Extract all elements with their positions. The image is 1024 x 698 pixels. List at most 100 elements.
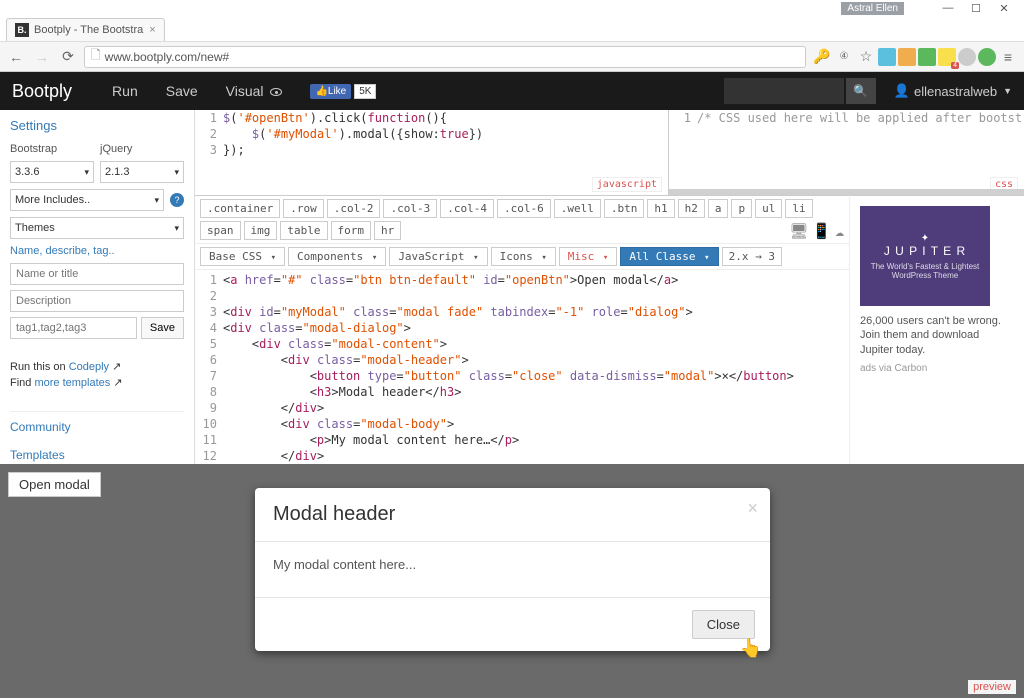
bootstrap-version-select[interactable]: 3.3.6▾ xyxy=(10,161,94,183)
mobile-icon[interactable]: 📱 xyxy=(812,222,831,240)
address-bar[interactable]: 🗋 www.bootply.com/new# xyxy=(84,46,806,68)
favicon: B. xyxy=(15,23,29,37)
snippet-col6[interactable]: .col-6 xyxy=(497,199,551,218)
html-editor[interactable]: .container .row .col-2 .col-3 .col-4 .co… xyxy=(195,195,849,464)
codeply-link[interactable]: Codeply xyxy=(69,361,109,373)
cloud-download-icon[interactable]: ☁ xyxy=(835,222,844,240)
ad-subtitle: The World's Fastest & Lightest WordPress… xyxy=(866,262,984,280)
snippet-a[interactable]: a xyxy=(708,199,729,218)
ad-brand: J U P I T E R xyxy=(884,244,966,258)
url-text: www.bootply.com/new# xyxy=(105,50,230,64)
snippet-p[interactable]: p xyxy=(731,199,752,218)
extension-icon-6[interactable] xyxy=(978,48,996,66)
window-user-label: Astral Ellen xyxy=(841,2,904,15)
cursor-pointer-icon: 👆 xyxy=(740,638,762,659)
extension-icon-5[interactable] xyxy=(958,48,976,66)
snippet-container[interactable]: .container xyxy=(200,199,280,218)
snippet-col4[interactable]: .col-4 xyxy=(440,199,494,218)
components-dropdown[interactable]: Components ▾ xyxy=(288,247,386,266)
more-templates-link[interactable]: more templates xyxy=(34,377,110,389)
tab-title: Bootply - The Bootstra xyxy=(34,24,143,36)
nav-save[interactable]: Save xyxy=(166,83,198,99)
nav-run[interactable]: Run xyxy=(112,83,138,99)
tags-input[interactable] xyxy=(10,317,137,339)
browser-tab[interactable]: B. Bootply - The Bootstra × xyxy=(6,18,165,41)
modal-title: Modal header xyxy=(273,503,752,526)
extension-icon-3[interactable] xyxy=(918,48,936,66)
fb-like-count: 5K xyxy=(354,84,376,99)
external-link-icon: ↗ xyxy=(113,377,122,389)
bootply-logo[interactable]: Bootply xyxy=(12,81,72,102)
name-input[interactable] xyxy=(10,263,184,285)
modal-body-text: My modal content here... xyxy=(255,542,770,597)
bookmark-icon[interactable]: ☆ xyxy=(856,47,876,67)
open-modal-button[interactable]: Open modal xyxy=(8,472,101,497)
more-includes-select[interactable]: More Includes..▾ xyxy=(10,189,164,211)
css-scrollbar[interactable] xyxy=(669,189,1024,195)
version-migrate-button[interactable]: 2.x → 3 xyxy=(722,247,782,266)
sidebar-save-button[interactable]: Save xyxy=(141,317,184,339)
snippet-form[interactable]: form xyxy=(331,221,372,240)
external-link-icon: ↗ xyxy=(112,361,121,373)
snippet-well[interactable]: .well xyxy=(554,199,601,218)
name-describe-link[interactable]: Name, describe, tag.. xyxy=(10,245,184,257)
find-templates-line: Find more templates ↗ xyxy=(10,376,184,389)
help-icon[interactable]: ? xyxy=(170,193,184,207)
javascript-pane-label: javascript xyxy=(592,177,662,192)
community-link[interactable]: Community xyxy=(10,420,184,434)
snippet-btn[interactable]: .btn xyxy=(604,199,645,218)
extension-icon-1[interactable] xyxy=(878,48,896,66)
snippet-ul[interactable]: ul xyxy=(755,199,782,218)
extension-key-icon[interactable]: 🔑 xyxy=(812,47,832,67)
javascript-dropdown[interactable]: JavaScript ▾ xyxy=(389,247,487,266)
themes-select[interactable]: Themes▾ xyxy=(10,217,184,239)
forward-button[interactable]: → xyxy=(32,47,52,67)
snippet-toolbar-row2: Base CSS ▾ Components ▾ JavaScript ▾ Ico… xyxy=(195,244,849,270)
snippet-table[interactable]: table xyxy=(280,221,327,240)
icons-dropdown[interactable]: Icons ▾ xyxy=(491,247,556,266)
tab-close-icon[interactable]: × xyxy=(149,24,155,36)
ad-banner[interactable]: ✦ J U P I T E R The World's Fastest & Li… xyxy=(860,206,990,306)
reload-button[interactable]: ⟳ xyxy=(58,47,78,67)
jquery-version-select[interactable]: 2.1.3▾ xyxy=(100,161,184,183)
snippet-hr[interactable]: hr xyxy=(374,221,401,240)
page-icon: 🗋 xyxy=(91,46,101,67)
extension-icon-4[interactable]: 4 xyxy=(938,48,956,66)
search-input[interactable] xyxy=(724,78,844,104)
snippet-span[interactable]: span xyxy=(200,221,241,240)
snippet-li[interactable]: li xyxy=(785,199,812,218)
search-button[interactable]: 🔍 xyxy=(846,78,876,104)
desktop-icon[interactable]: 🖥 xyxy=(789,222,808,240)
window-close-button[interactable]: ✕ xyxy=(990,1,1018,15)
extension-4-icon[interactable]: ④ xyxy=(834,47,854,67)
snippet-col3[interactable]: .col-3 xyxy=(383,199,437,218)
javascript-editor[interactable]: 1$('#openBtn').click(function(){ 2 $('#m… xyxy=(195,110,669,195)
modal-close-icon[interactable]: × xyxy=(747,498,758,519)
snippet-img[interactable]: img xyxy=(244,221,278,240)
snippet-col2[interactable]: .col-2 xyxy=(327,199,381,218)
modal-close-button[interactable]: Close xyxy=(692,610,755,639)
window-maximize-button[interactable]: ☐ xyxy=(962,1,990,15)
preview-pane: Open modal × Modal header My modal conte… xyxy=(0,464,1024,698)
base-css-dropdown[interactable]: Base CSS ▾ xyxy=(200,247,285,266)
snippet-h2[interactable]: h2 xyxy=(678,199,705,218)
extension-icon-2[interactable] xyxy=(898,48,916,66)
css-editor[interactable]: 1/* CSS used here will be applied after … xyxy=(669,110,1024,195)
nav-visual[interactable]: Visual xyxy=(226,83,283,99)
snippet-h1[interactable]: h1 xyxy=(647,199,674,218)
jquery-label: jQuery xyxy=(100,143,184,155)
ad-source[interactable]: ads via Carbon xyxy=(860,363,1014,374)
description-input[interactable] xyxy=(10,290,184,312)
user-menu[interactable]: 👤ellenastralweb ▼ xyxy=(894,83,1012,99)
fb-like-button[interactable]: 👍 Like xyxy=(310,84,351,99)
back-button[interactable]: ← xyxy=(6,47,26,67)
snippet-row[interactable]: .row xyxy=(283,199,324,218)
settings-heading: Settings xyxy=(10,118,184,133)
templates-link[interactable]: Templates xyxy=(10,448,184,462)
preview-pane-label: preview xyxy=(968,680,1016,694)
ad-caption: 26,000 users can't be wrong. Join them a… xyxy=(860,314,1014,357)
misc-dropdown[interactable]: Misc ▾ xyxy=(559,247,618,266)
chrome-menu-icon[interactable]: ≡ xyxy=(998,47,1018,67)
window-minimize-button[interactable]: — xyxy=(934,1,962,15)
all-classes-dropdown[interactable]: All Classe ▾ xyxy=(620,247,718,266)
